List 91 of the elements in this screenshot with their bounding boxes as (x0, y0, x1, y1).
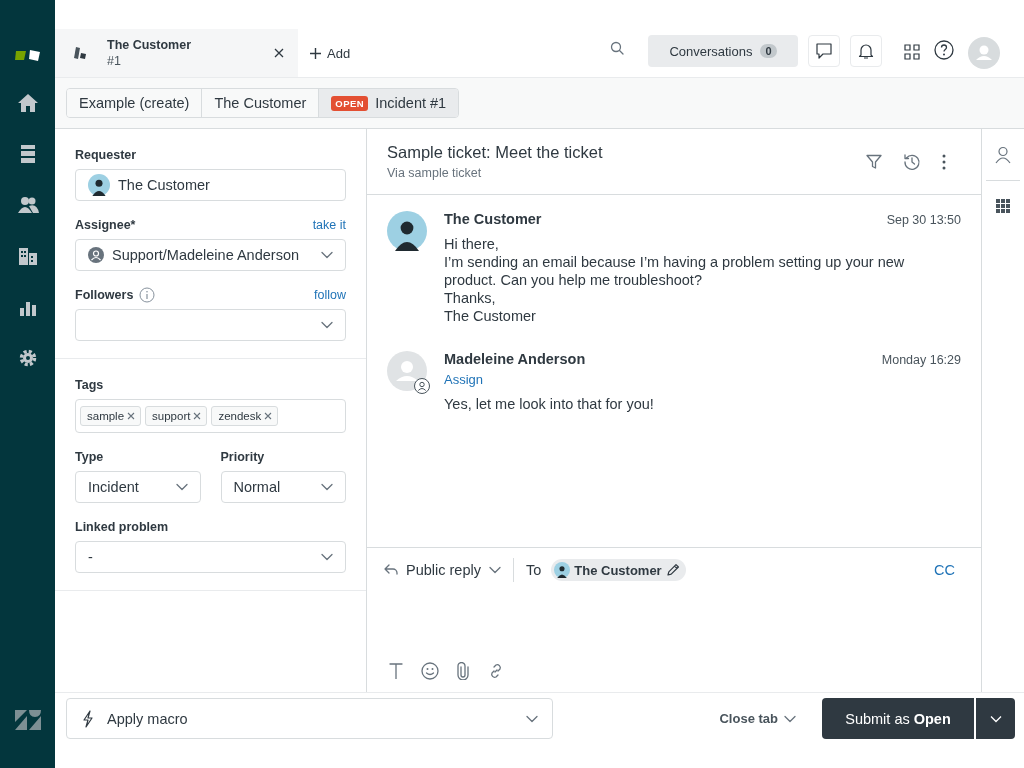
speech-bubble-icon (815, 42, 833, 60)
agent-badge-icon (414, 378, 430, 394)
field-label: Tags (75, 378, 104, 392)
assignee-dropdown[interactable]: Support/Madeleine Anderson (75, 239, 346, 271)
to-label: To (525, 562, 542, 578)
tab-number: #1 (107, 54, 122, 68)
reply-arrow-icon (384, 564, 398, 576)
assign-link[interactable]: Assign (444, 372, 961, 387)
close-icon[interactable] (274, 48, 284, 58)
chevron-down-icon (321, 553, 333, 561)
home-icon[interactable] (16, 92, 39, 114)
tag[interactable]: zendesk (211, 406, 279, 426)
ticket-icon (73, 46, 87, 60)
remove-icon[interactable] (127, 412, 136, 420)
remove-icon[interactable] (264, 412, 273, 420)
chevron-down-icon (175, 483, 188, 491)
cc-link[interactable]: CC (934, 562, 955, 578)
help-icon[interactable] (934, 40, 954, 60)
ticket-title: Sample ticket: Meet the ticket (387, 143, 604, 162)
message-text: Thanks, (444, 289, 497, 307)
recipient-chip[interactable]: The Customer (551, 559, 686, 581)
paperclip-icon[interactable] (457, 662, 469, 680)
avatar-icon (387, 211, 427, 251)
field-label: Assignee* (75, 218, 136, 232)
chevron-down-icon (321, 251, 333, 259)
user-icon[interactable] (995, 146, 1011, 164)
avatar-icon (387, 351, 427, 391)
chevron-down-icon (488, 566, 501, 574)
chat-button[interactable] (808, 35, 840, 67)
count-badge: 0 (760, 44, 777, 58)
field-label: Linked problem (75, 520, 169, 534)
add-tab-button[interactable]: Add (298, 29, 363, 77)
ticket-tab[interactable]: The Customer #1 (55, 29, 298, 77)
timestamp: Sep 30 13:50 (886, 213, 961, 227)
priority-dropdown[interactable]: Normal (220, 471, 346, 503)
link[interactable]: follow (314, 288, 346, 302)
bell-icon (857, 42, 875, 60)
remove-icon[interactable] (193, 412, 202, 420)
tags-field[interactable]: sample support zendesk (75, 399, 346, 433)
tag[interactable]: support (145, 406, 208, 426)
requester-field[interactable]: The Customer (75, 169, 346, 201)
zendesk-logo-icon (14, 710, 41, 730)
submit-options-button[interactable] (975, 698, 1015, 739)
chevron-down-icon (321, 321, 333, 329)
chevron-down-icon (989, 714, 1002, 723)
apps-grid-icon[interactable] (904, 44, 920, 60)
author-name: The Customer (444, 211, 542, 227)
user-circle-icon (88, 247, 104, 263)
breadcrumb-tab[interactable]: OPEN Incident #1 (319, 89, 459, 117)
tag[interactable]: sample (80, 406, 142, 426)
pencil-icon (665, 563, 680, 577)
apps-icon[interactable] (996, 199, 1010, 213)
people-icon[interactable] (16, 194, 39, 216)
message-text: I’m sending an email because I’m having a problem setting up your new product. Can you help me troubleshoot? (444, 253, 906, 289)
notifications-button[interactable] (850, 35, 882, 67)
link[interactable]: take it (312, 218, 346, 232)
submit-button[interactable]: Submit as Open (822, 698, 974, 739)
timestamp: Monday 16:29 (881, 353, 961, 367)
type-dropdown[interactable]: Incident (75, 471, 201, 503)
emoji-icon[interactable] (421, 662, 439, 680)
status-badge: OPEN (331, 95, 369, 111)
logo-icon (14, 49, 41, 61)
reply-mode-dropdown[interactable]: Public reply (384, 562, 501, 578)
chevron-down-icon (784, 714, 796, 723)
ticket-source: Via sample ticket (387, 166, 483, 180)
filter-icon[interactable] (866, 153, 882, 170)
history-icon[interactable] (903, 152, 921, 171)
lightning-bolt-icon (81, 709, 95, 728)
tab-title: The Customer (107, 38, 193, 52)
chevron-down-icon (321, 483, 333, 491)
conversations-button[interactable]: Conversations 0 (648, 35, 798, 67)
close-tab-button[interactable]: Close tab (719, 698, 810, 739)
building-icon[interactable] (16, 245, 39, 267)
more-options-icon[interactable] (942, 153, 946, 170)
avatar-icon (554, 562, 571, 578)
message-text: Hi there, (444, 235, 500, 253)
message-text: Yes, let me look into that for you! (444, 395, 655, 413)
field-label: Type (75, 450, 104, 464)
avatar-icon (88, 174, 110, 196)
field-label: Priority (220, 450, 265, 464)
field-label: Requester (75, 148, 137, 162)
field-label: Followers (75, 288, 134, 302)
chevron-down-icon (526, 714, 538, 723)
search-icon[interactable] (610, 41, 624, 55)
linked-problem-dropdown[interactable]: - (75, 541, 346, 573)
plus-icon (310, 47, 321, 59)
text-format-icon[interactable] (389, 663, 403, 679)
apply-macro-dropdown[interactable]: Apply macro (66, 698, 553, 739)
author-name: Madeleine Anderson (444, 351, 586, 367)
breadcrumb-tab[interactable]: Example (create) (67, 89, 203, 117)
message-text: The Customer (444, 307, 537, 325)
